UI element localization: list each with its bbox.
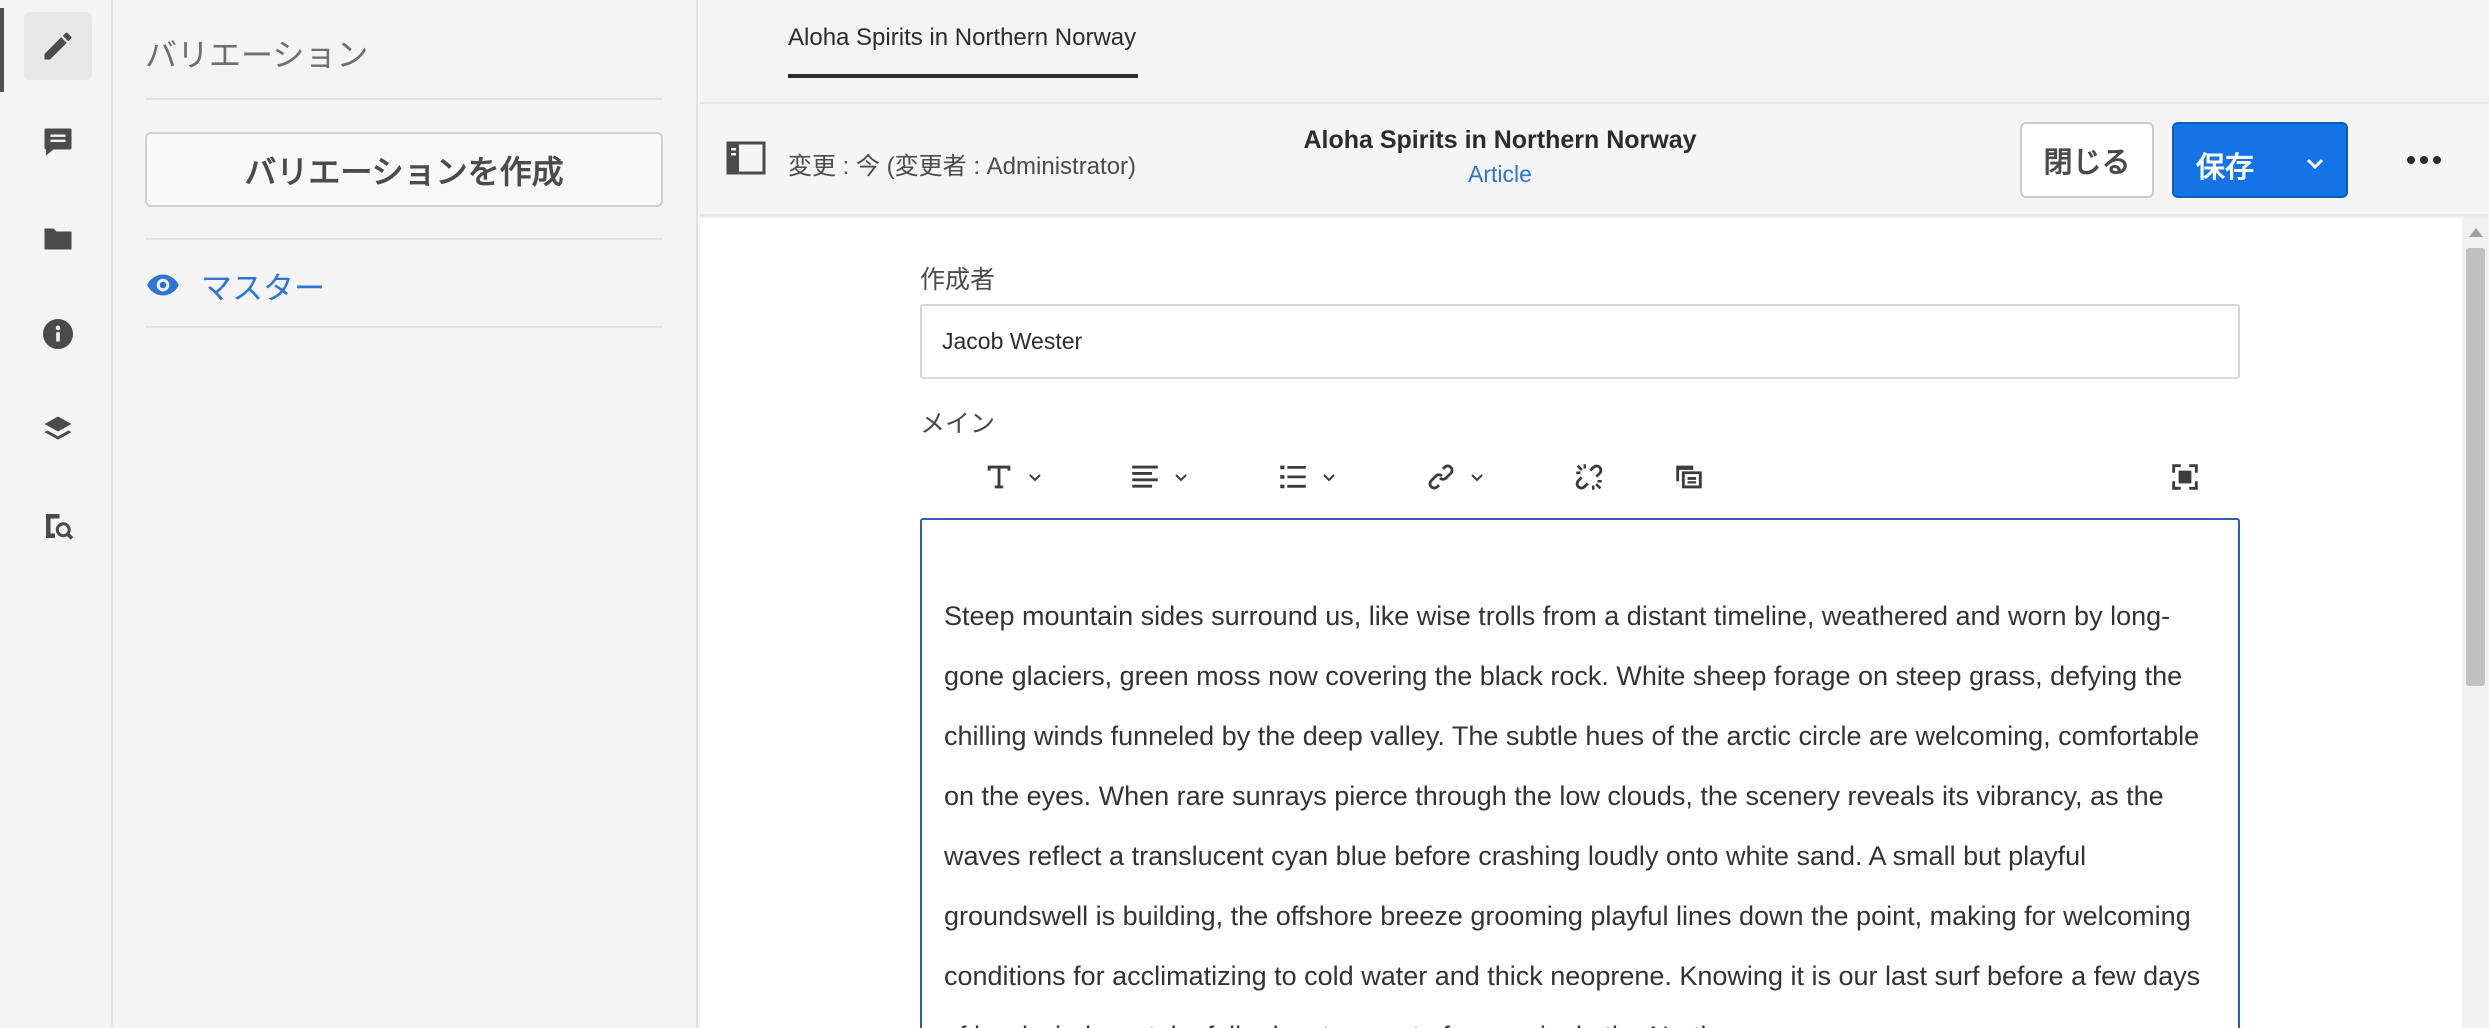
main-text-editor[interactable]: Steep mountain sides surround us, like w… [920,518,2240,1028]
insert-fragment-button[interactable] [1672,454,1706,500]
folder-button[interactable] [24,205,92,273]
variations-panel: バリエーション バリエーションを作成 マスター [113,0,698,1028]
align-icon [1132,465,1158,488]
modified-status: 変更 : 今 (変更者 : Administrator) [788,153,1137,180]
eye-icon [147,274,179,296]
more-icon [2407,156,2441,164]
pencil-icon [44,32,72,60]
tab-bar: Aloha Spirits in Northern Norway [700,0,2489,104]
author-label: 作成者 [920,266,996,294]
link-icon [1428,464,1454,490]
side-panel-icon [726,141,766,175]
document-title: Aloha Spirits in Northern Norway [1303,126,1697,154]
chevron-down-icon [1029,474,1041,482]
rich-text-toolbar [920,446,2240,510]
variations-title: バリエーション [145,37,369,73]
create-variation-button[interactable]: バリエーションを作成 [145,132,663,207]
list-icon [1280,465,1306,489]
unlink-icon [1575,464,1603,490]
scrollbar[interactable] [2462,218,2489,1028]
comment-icon [44,128,72,156]
model-link[interactable]: Article [1200,161,1800,188]
annotations-button[interactable] [24,108,92,176]
asset-search-icon [46,514,74,540]
more-actions-button[interactable] [2402,142,2446,178]
unlink-button[interactable] [1572,454,1606,500]
toggle-side-panel-button[interactable] [726,140,766,176]
chevron-down-icon[interactable] [2304,152,2326,174]
fullscreen-button[interactable] [2168,454,2202,500]
scroll-thumb[interactable] [2466,248,2485,686]
master-variation-item[interactable]: マスター [145,262,325,308]
divider [145,326,663,328]
rail-active-indicator [0,8,4,92]
save-button[interactable]: 保存 [2172,122,2348,198]
chevron-down-icon [1471,474,1483,482]
edit-mode-button[interactable] [24,12,92,80]
info-button[interactable] [24,300,92,368]
text-format-icon [987,465,1011,489]
info-icon [43,319,73,349]
master-label: マスター [201,270,325,306]
active-tab-indicator [788,74,1138,78]
chevron-down-icon [1323,474,1335,482]
align-dropdown[interactable] [1128,454,1188,500]
side-rail [0,0,113,1028]
layers-button[interactable] [24,396,92,464]
layers-icon [44,416,72,440]
divider [145,238,663,240]
main-label: メイン [920,410,996,438]
tab-document[interactable]: Aloha Spirits in Northern Norway [788,24,1136,80]
insert-fragment-icon [1676,465,1702,489]
asset-finder-button[interactable] [24,492,92,560]
save-label: 保存 [2196,152,2255,184]
author-input[interactable] [920,304,2240,379]
chevron-down-icon [1175,474,1187,482]
main-text-paragraph: Steep mountain sides surround us, like w… [944,601,2201,1028]
editor-header: 変更 : 今 (変更者 : Administrator) Aloha Spiri… [700,104,2489,216]
list-dropdown[interactable] [1276,454,1336,500]
close-button[interactable]: 閉じる [2020,122,2154,198]
fullscreen-icon [2172,464,2198,490]
divider [145,98,663,100]
format-dropdown[interactable] [982,454,1042,500]
folder-icon [44,228,72,250]
link-dropdown[interactable] [1424,454,1484,500]
scroll-up-arrow[interactable] [2469,228,2483,237]
fragment-editor: 作成者 メイン Steep mountain sides surr [700,218,2462,1028]
